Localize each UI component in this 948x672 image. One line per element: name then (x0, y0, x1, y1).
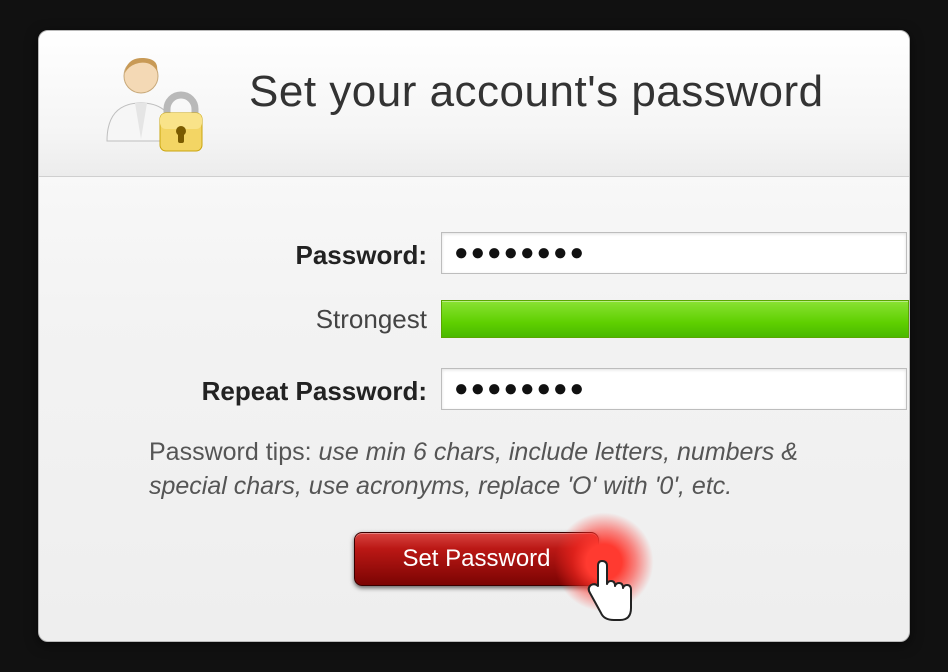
repeat-password-label: Repeat Password: (109, 376, 427, 407)
password-card: Set your account's password Password: ●●… (38, 30, 910, 642)
strength-bar (441, 300, 909, 338)
page-title: Set your account's password (249, 67, 824, 117)
strength-label: Strongest (109, 304, 427, 335)
password-label: Password: (109, 240, 427, 271)
password-input[interactable]: ●●●●●●●● (441, 232, 907, 274)
user-lock-icon (99, 51, 219, 161)
set-password-button[interactable]: Set Password (354, 532, 599, 586)
repeat-password-row: Repeat Password: ●●●●●●●● (109, 368, 839, 416)
card-header: Set your account's password (39, 31, 909, 177)
strength-row: Strongest (109, 300, 839, 340)
password-row: Password: ●●●●●●●● (109, 232, 839, 280)
tips-prefix: Password tips: (149, 438, 319, 466)
card-body: Password: ●●●●●●●● Strongest Repeat Pass… (39, 177, 909, 504)
password-tips: Password tips: use min 6 chars, include … (109, 436, 839, 504)
submit-wrap: Set Password (354, 532, 654, 586)
repeat-password-input[interactable]: ●●●●●●●● (441, 368, 907, 410)
